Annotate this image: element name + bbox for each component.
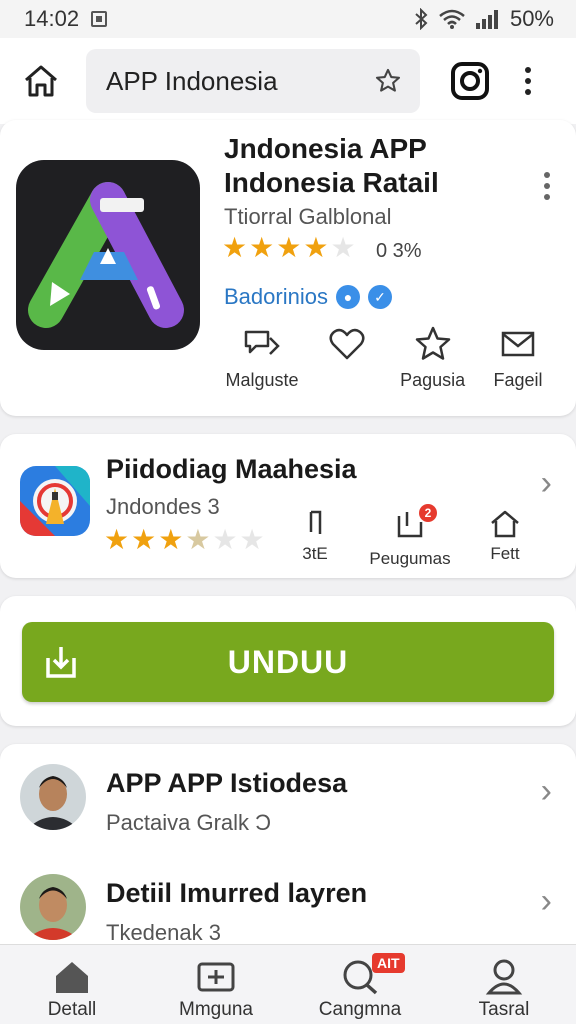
related-app-logo <box>20 466 90 536</box>
search-input[interactable]: APP Indonesia <box>86 49 420 113</box>
nav-label: Mmguna <box>179 999 253 1020</box>
music-note-icon <box>309 510 322 534</box>
download-button[interactable]: UNDUU <box>22 622 554 702</box>
action-label: Fett <box>490 544 520 563</box>
favorite-star-icon[interactable] <box>374 67 402 95</box>
list-item-subtitle: Pactaiva Gralk Ɔ <box>106 810 272 835</box>
heart-icon <box>329 328 365 360</box>
app-rating-stars: ★ ★ ★ ★ ★ <box>222 234 356 262</box>
mail-action[interactable]: Fageil <box>476 326 560 391</box>
star-icon: ★ <box>330 232 356 263</box>
action-label: Malguste <box>225 370 299 390</box>
search-value: APP Indonesia <box>106 65 278 96</box>
app-rating-text: 0 3% <box>376 240 422 262</box>
app-title: Jndonesia APP Indonesia Ratail <box>224 133 439 198</box>
related-app-title: Piidodiag Maahesia <box>106 454 357 484</box>
favorite-action[interactable]: Pagusia <box>391 326 475 391</box>
home-icon <box>491 510 519 538</box>
location-icon: ● <box>335 285 360 309</box>
chevron-right-icon: › <box>540 772 552 810</box>
star-icon: ★ <box>212 524 238 555</box>
home-button[interactable] <box>20 60 62 102</box>
app-actions: Malguste Pagusia Fageil <box>220 326 560 391</box>
nav-label: Cangmna <box>318 999 402 1020</box>
related-app-subtitle: Jndondes 3 <box>106 494 220 519</box>
nav-search[interactable]: AIT Cangmna <box>288 945 432 1024</box>
star-icon: ★ <box>185 524 211 555</box>
chevron-right-icon: › <box>540 882 552 920</box>
notification-badge: 2 <box>419 504 437 522</box>
nav-profile[interactable]: Tasral <box>432 945 576 1024</box>
list-item-title: Detiil Imurred layren <box>106 878 368 908</box>
star-icon: ★ <box>276 232 302 263</box>
list-item-title: APP APP Istiodesa <box>106 768 348 798</box>
more-options-button[interactable] <box>520 67 536 95</box>
list-item[interactable]: Detiil Imurred layren Tkedenak 3 › <box>0 854 576 954</box>
apps-icon <box>197 962 235 992</box>
star-icon <box>415 326 450 360</box>
wifi-icon <box>439 9 465 29</box>
like-action[interactable] <box>305 326 389 391</box>
mail-icon <box>501 331 535 357</box>
status-time: 14:02 <box>24 6 80 31</box>
signal-icon <box>475 10 498 29</box>
list-item-subtitle: Tkedenak 3 <box>106 920 221 945</box>
share-icon <box>244 330 280 355</box>
status-bar: 14:02 50% <box>0 0 576 38</box>
star-icon: ★ <box>249 232 275 263</box>
developer-name: Badorinios <box>224 284 328 309</box>
top-bar: APP Indonesia <box>0 38 576 124</box>
home-icon <box>56 962 88 993</box>
download-label: UNDUU <box>227 643 349 680</box>
app-logo <box>16 160 200 350</box>
home-icon <box>25 65 57 97</box>
nav-apps[interactable]: Mmguna <box>144 945 288 1024</box>
share-action[interactable]: Malguste <box>220 326 304 391</box>
download-card: UNDUU <box>0 596 576 726</box>
nav-badge: AIT <box>372 953 405 973</box>
nav-detail[interactable]: Detall <box>0 945 144 1024</box>
action-label: Pagusia <box>400 370 466 390</box>
screenshot-icon <box>91 11 108 27</box>
app-detail-card: Jndonesia APP Indonesia Ratail Ttiorral … <box>0 120 576 416</box>
app-subtitle: Ttiorral Galblonal <box>224 204 392 229</box>
download-icon <box>46 647 76 678</box>
action-label: 3tE <box>302 544 328 563</box>
avatar <box>20 874 86 940</box>
bluetooth-icon <box>415 8 428 30</box>
action-label: Peugumas <box>369 549 451 568</box>
related-app-rating-stars: ★ ★ ★ ★ ★ ★ <box>104 526 265 554</box>
bottom-navigation: Detall Mmguna AIT Cangmna Tasral <box>0 944 576 1024</box>
app-developer-link[interactable]: Badorinios ● ✓ <box>224 284 392 310</box>
app-more-button[interactable] <box>544 172 550 200</box>
star-icon: ★ <box>158 524 184 555</box>
avatar <box>20 764 86 830</box>
star-icon: ★ <box>239 524 265 555</box>
related-action-music[interactable]: 3tE <box>270 508 360 569</box>
list-item[interactable]: APP APP Istiodesa Pactaiva Gralk Ɔ › <box>0 744 576 844</box>
action-label: Fageil <box>493 370 543 390</box>
related-action-home[interactable]: Fett <box>460 508 550 569</box>
star-icon: ★ <box>222 232 248 263</box>
instagram-icon[interactable] <box>450 61 490 101</box>
related-app-card[interactable]: Piidodiag Maahesia Jndondes 3 ★ ★ ★ ★ ★ … <box>0 434 576 578</box>
nav-label: Tasral <box>478 999 530 1020</box>
related-action-notifications[interactable]: 2 Peugumas <box>365 504 455 569</box>
star-icon: ★ <box>104 524 130 555</box>
related-app-actions: 3tE 2 Peugumas Fett <box>270 504 550 569</box>
nav-label: Detall <box>47 999 97 1020</box>
verified-icon: ✓ <box>367 285 392 309</box>
profile-icon <box>485 959 523 995</box>
chevron-right-icon: › <box>540 464 552 502</box>
star-icon: ★ <box>131 524 157 555</box>
star-icon: ★ <box>303 232 329 263</box>
battery-percent: 50% <box>509 6 554 31</box>
